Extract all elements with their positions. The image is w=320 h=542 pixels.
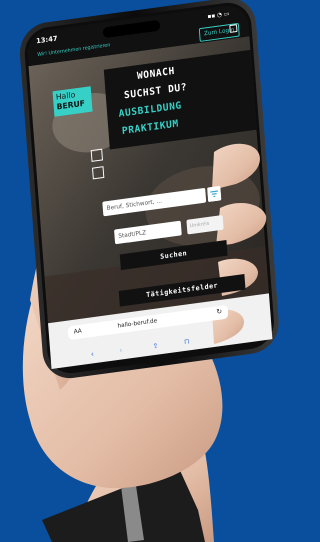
bookmark-icon: ⊓: [184, 337, 190, 346]
lock-icon[interactable]: [229, 24, 238, 33]
share-icon: ⇪: [152, 342, 158, 351]
reload-icon[interactable]: ↻: [216, 306, 222, 318]
text-size-button[interactable]: AA: [73, 326, 82, 339]
checkbox-praktikum[interactable]: [92, 166, 105, 180]
photo-scene: ‹ › ⇪ ⊓ ⧉: [0, 0, 285, 542]
filter-icon[interactable]: [207, 185, 222, 202]
checkbox-ausbildung[interactable]: [90, 148, 103, 162]
